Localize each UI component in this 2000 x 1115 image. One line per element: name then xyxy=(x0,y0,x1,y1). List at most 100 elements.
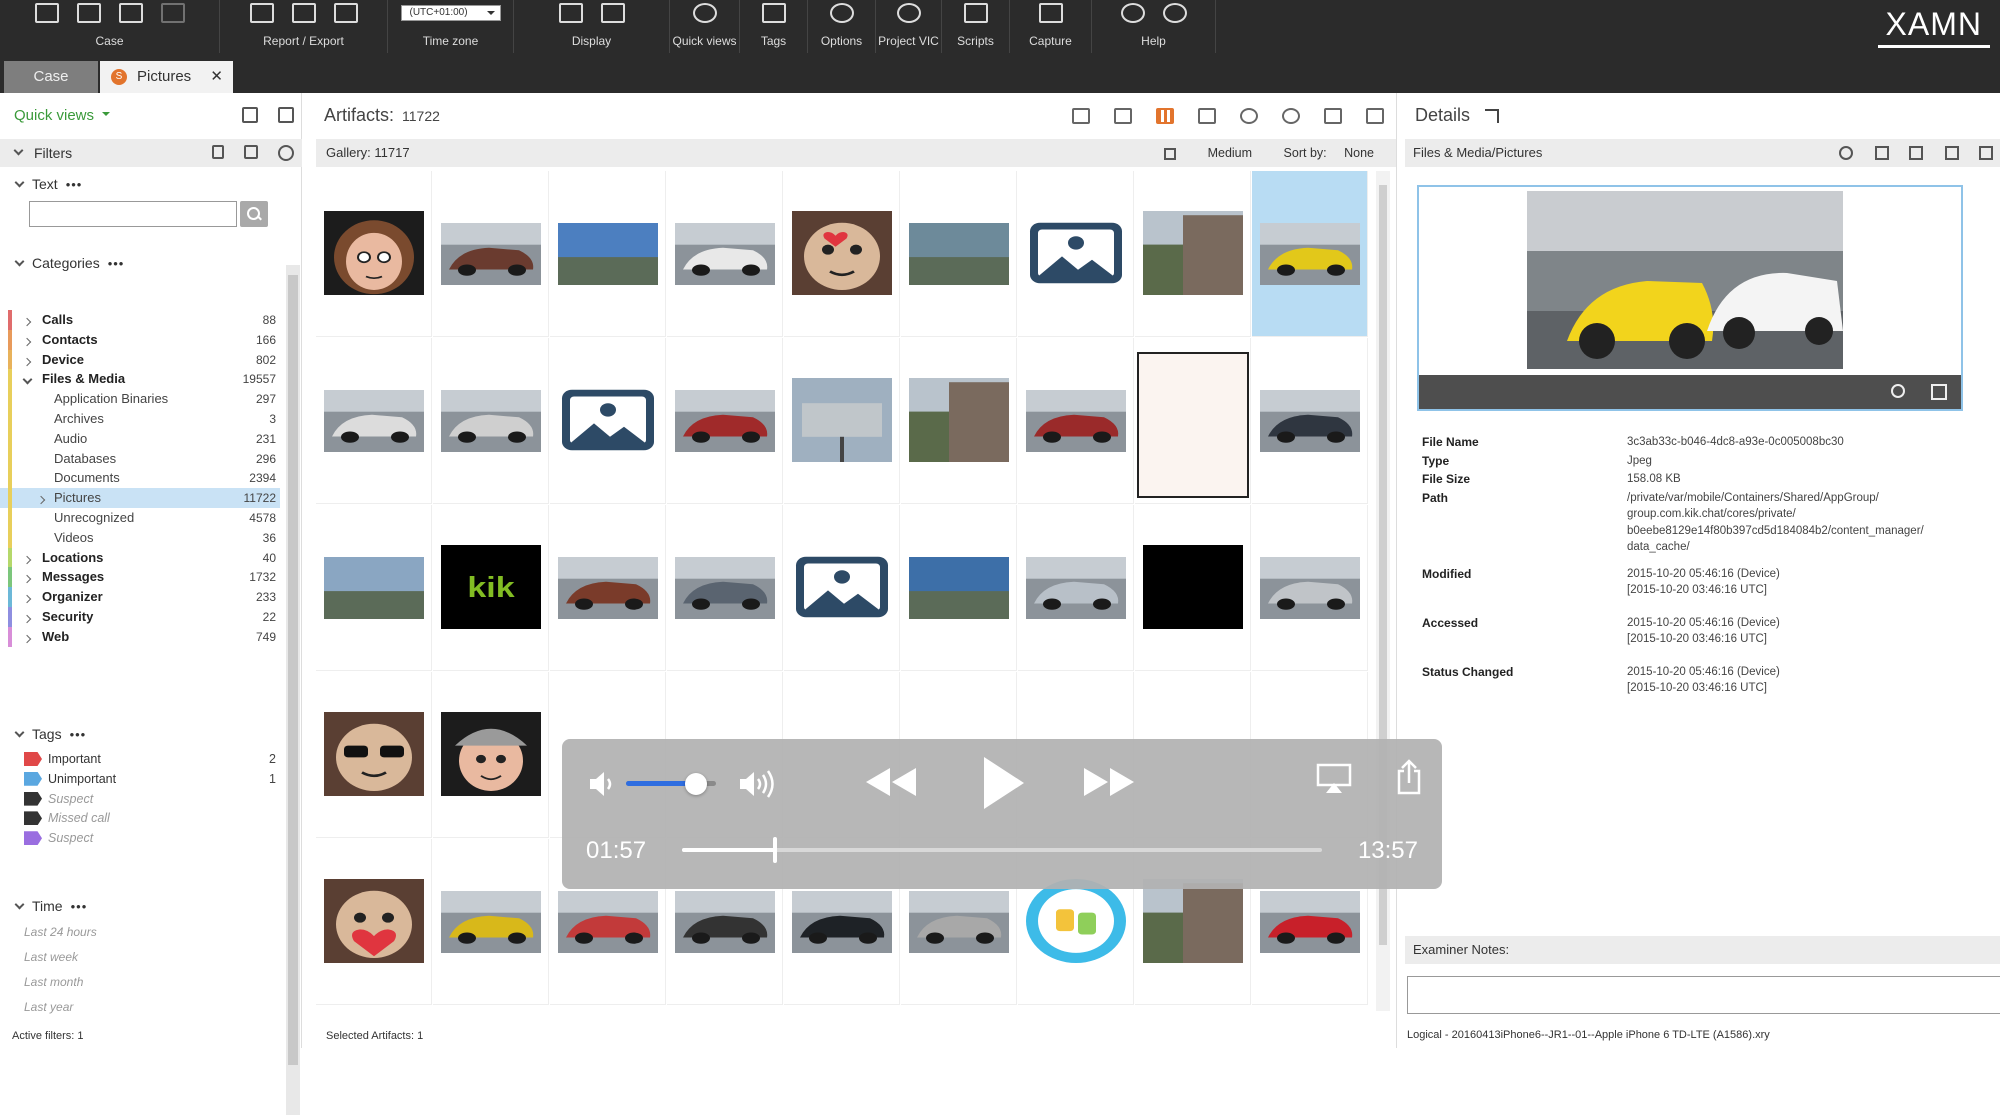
gallery-cell[interactable] xyxy=(784,338,900,504)
text-filter-title[interactable]: Text ••• xyxy=(32,176,82,192)
airplay-icon[interactable] xyxy=(1316,763,1352,795)
export-icon[interactable] xyxy=(291,3,316,23)
category-item[interactable]: Pictures 11722 xyxy=(0,488,280,509)
gallery-cell[interactable] xyxy=(667,171,783,337)
thumbnail-size-dropdown[interactable]: Medium xyxy=(1208,146,1252,160)
ribbon-group-capture[interactable]: Capture xyxy=(1010,0,1092,53)
pin-icon[interactable] xyxy=(1164,147,1177,160)
tree-view-icon[interactable] xyxy=(1198,108,1216,124)
ribbon-group-options[interactable]: Options xyxy=(808,0,876,53)
volume-knob[interactable] xyxy=(685,773,708,795)
gallery-cell[interactable] xyxy=(901,171,1017,337)
category-item[interactable]: Archives 3 xyxy=(0,409,280,429)
export-icon[interactable] xyxy=(1909,146,1923,160)
time-filter-item[interactable]: Last month xyxy=(24,975,83,989)
gallery-cell[interactable] xyxy=(550,505,666,671)
save-icon[interactable] xyxy=(1945,146,1959,160)
checkbox-display-icon[interactable] xyxy=(558,3,583,23)
save-image-icon[interactable] xyxy=(1931,384,1947,400)
gallery-cell[interactable] xyxy=(1018,505,1134,671)
gallery-cell[interactable] xyxy=(316,171,432,337)
ribbon-group-report-export[interactable]: Report / Export xyxy=(220,0,388,53)
tag-item[interactable]: Suspect xyxy=(0,828,280,848)
print-icon[interactable] xyxy=(1979,146,1993,160)
ribbon-group-help[interactable]: Help xyxy=(1092,0,1216,53)
pin-panel-icon[interactable] xyxy=(1485,109,1500,124)
sort-dropdown[interactable]: None xyxy=(1344,146,1374,160)
category-item[interactable]: Documents 2394 xyxy=(0,468,280,489)
gallery-cell[interactable] xyxy=(550,171,666,337)
gallery-cell[interactable] xyxy=(433,171,549,337)
scroll-thumb[interactable] xyxy=(288,275,298,1065)
clipboard-icon[interactable] xyxy=(278,107,294,123)
volume-low-icon[interactable] xyxy=(586,767,616,801)
volume-high-icon[interactable] xyxy=(736,767,780,801)
timeline-view-icon[interactable] xyxy=(1240,108,1258,124)
category-item[interactable]: Calls 88 xyxy=(0,310,280,330)
gallery-view-icon[interactable] xyxy=(1156,108,1174,124)
camera-icon[interactable] xyxy=(1038,3,1063,23)
list-view-icon[interactable] xyxy=(1072,108,1090,124)
ribbon-group-time-zone[interactable]: (UTC+01:00) Time zone xyxy=(388,0,514,53)
chevron-down-icon[interactable] xyxy=(14,727,25,738)
ribbon-group-scripts[interactable]: Scripts xyxy=(942,0,1010,53)
progress-scrubber[interactable] xyxy=(772,837,777,863)
gallery-cell[interactable] xyxy=(433,839,549,1005)
time-filter-item[interactable]: Last year xyxy=(24,1000,73,1014)
save-icon[interactable] xyxy=(160,3,185,23)
share-icon[interactable] xyxy=(1396,759,1422,795)
ribbon-group-case[interactable]: Case xyxy=(0,0,220,53)
chevron-down-icon[interactable] xyxy=(14,177,25,188)
category-item[interactable]: Unrecognized 4578 xyxy=(0,508,280,528)
category-item[interactable]: Databases 296 xyxy=(0,448,280,469)
more-icon[interactable]: ••• xyxy=(66,177,83,192)
category-item[interactable]: Contacts 166 xyxy=(0,329,280,350)
gallery-cell[interactable] xyxy=(667,338,783,504)
chevron-right-icon[interactable] xyxy=(22,555,32,564)
tag-item[interactable]: Suspect xyxy=(0,789,280,809)
search-icon[interactable] xyxy=(240,201,268,227)
open-folder-icon[interactable] xyxy=(76,3,101,23)
find-icon[interactable] xyxy=(1839,146,1853,160)
fingerprint-icon[interactable] xyxy=(896,3,921,23)
eye-icon[interactable] xyxy=(692,3,717,23)
category-item[interactable]: Locations 40 xyxy=(0,547,280,568)
help-icon[interactable] xyxy=(1120,3,1145,23)
tag-icon[interactable] xyxy=(761,3,786,23)
gallery-cell[interactable] xyxy=(316,338,432,504)
ribbon-group-quick-views[interactable]: Quick views xyxy=(670,0,740,53)
tag-item[interactable]: Unimportant 1 xyxy=(0,769,280,789)
category-item[interactable]: Security 22 xyxy=(0,607,280,627)
chevron-right-icon[interactable] xyxy=(22,634,32,644)
chevron-right-icon[interactable] xyxy=(22,614,32,624)
gallery-cell[interactable] xyxy=(550,338,666,504)
display-filter-icon[interactable] xyxy=(600,3,625,23)
report-icon[interactable] xyxy=(249,3,274,23)
ribbon-group-display[interactable]: Display xyxy=(514,0,670,53)
category-item[interactable]: Web 749 xyxy=(0,626,280,647)
gallery-cell[interactable] xyxy=(901,505,1017,671)
gear-icon[interactable] xyxy=(829,3,854,23)
gallery-cell[interactable] xyxy=(784,171,900,337)
category-item[interactable]: Videos 36 xyxy=(0,527,280,548)
category-item[interactable]: Organizer 233 xyxy=(0,587,280,608)
chevron-down-icon[interactable] xyxy=(22,374,33,385)
progress-track[interactable] xyxy=(682,848,1322,852)
connection-view-icon[interactable] xyxy=(1366,108,1384,124)
tab-pictures[interactable]: S Pictures ✕ xyxy=(100,61,233,93)
open-case-icon[interactable] xyxy=(34,3,59,23)
text-filter-input[interactable] xyxy=(29,201,237,227)
ribbon-group-tags[interactable]: Tags xyxy=(740,0,808,53)
column-view-icon[interactable] xyxy=(1114,108,1132,124)
rewind-icon[interactable] xyxy=(864,765,918,799)
close-icon[interactable]: ✕ xyxy=(210,61,223,93)
fast-forward-icon[interactable] xyxy=(1082,765,1136,799)
gallery-cell[interactable] xyxy=(316,505,432,671)
gallery-cell[interactable] xyxy=(1135,171,1251,337)
gallery-cell[interactable] xyxy=(667,505,783,671)
play-icon[interactable] xyxy=(978,755,1026,811)
chevron-down-icon[interactable] xyxy=(14,899,25,910)
chevron-down-icon[interactable] xyxy=(14,256,25,267)
gallery-cell[interactable] xyxy=(784,505,900,671)
add-filter-icon[interactable] xyxy=(278,145,294,161)
